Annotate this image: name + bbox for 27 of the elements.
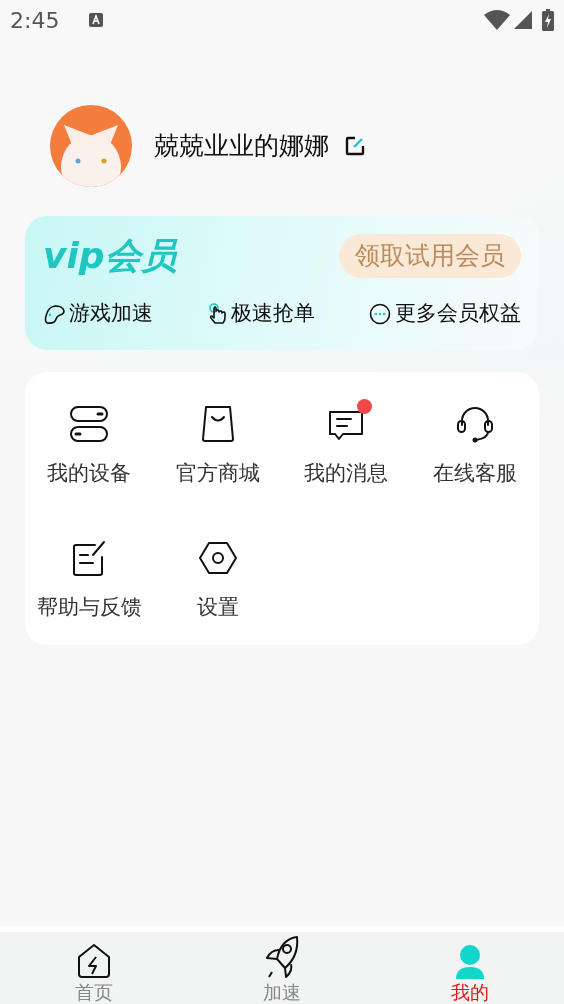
home-icon bbox=[76, 943, 112, 979]
hand-pointer-icon bbox=[207, 302, 227, 325]
status-time: 2:45 bbox=[10, 6, 60, 35]
benefit-label[interactable]: 更多会员权益 bbox=[395, 298, 521, 330]
benefit-label[interactable]: 游戏加速 bbox=[69, 298, 153, 330]
menu-item-label[interactable]: 帮助与反馈 bbox=[36, 592, 142, 624]
wifi-icon bbox=[484, 10, 510, 30]
headset-icon bbox=[455, 405, 494, 443]
tab[interactable]: 我的 bbox=[376, 932, 564, 1004]
shopping-bag-icon bbox=[200, 405, 235, 443]
keyboard-notification-icon bbox=[89, 13, 104, 27]
rocket-icon bbox=[263, 935, 301, 979]
menu-item-label[interactable]: 我的设备 bbox=[47, 458, 132, 490]
benefit-label[interactable]: 极速抢单 bbox=[231, 298, 315, 330]
edit-icon[interactable] bbox=[345, 136, 365, 156]
note-edit-icon bbox=[71, 539, 108, 577]
battery-icon bbox=[542, 9, 554, 31]
user-name: 兢兢业业的娜娜 bbox=[154, 130, 329, 163]
menu-item-label[interactable]: 我的消息 bbox=[304, 458, 389, 490]
more-icon bbox=[369, 302, 391, 325]
vip-title: vip会员 bbox=[43, 238, 177, 274]
menu-item-label[interactable]: 官方商城 bbox=[175, 458, 260, 490]
menu-item-label[interactable]: 设置 bbox=[196, 592, 239, 624]
menu-item-label[interactable]: 在线客服 bbox=[432, 458, 517, 490]
signal-icon bbox=[514, 11, 532, 29]
settings-icon bbox=[198, 541, 237, 575]
toggle-icon bbox=[69, 405, 110, 443]
